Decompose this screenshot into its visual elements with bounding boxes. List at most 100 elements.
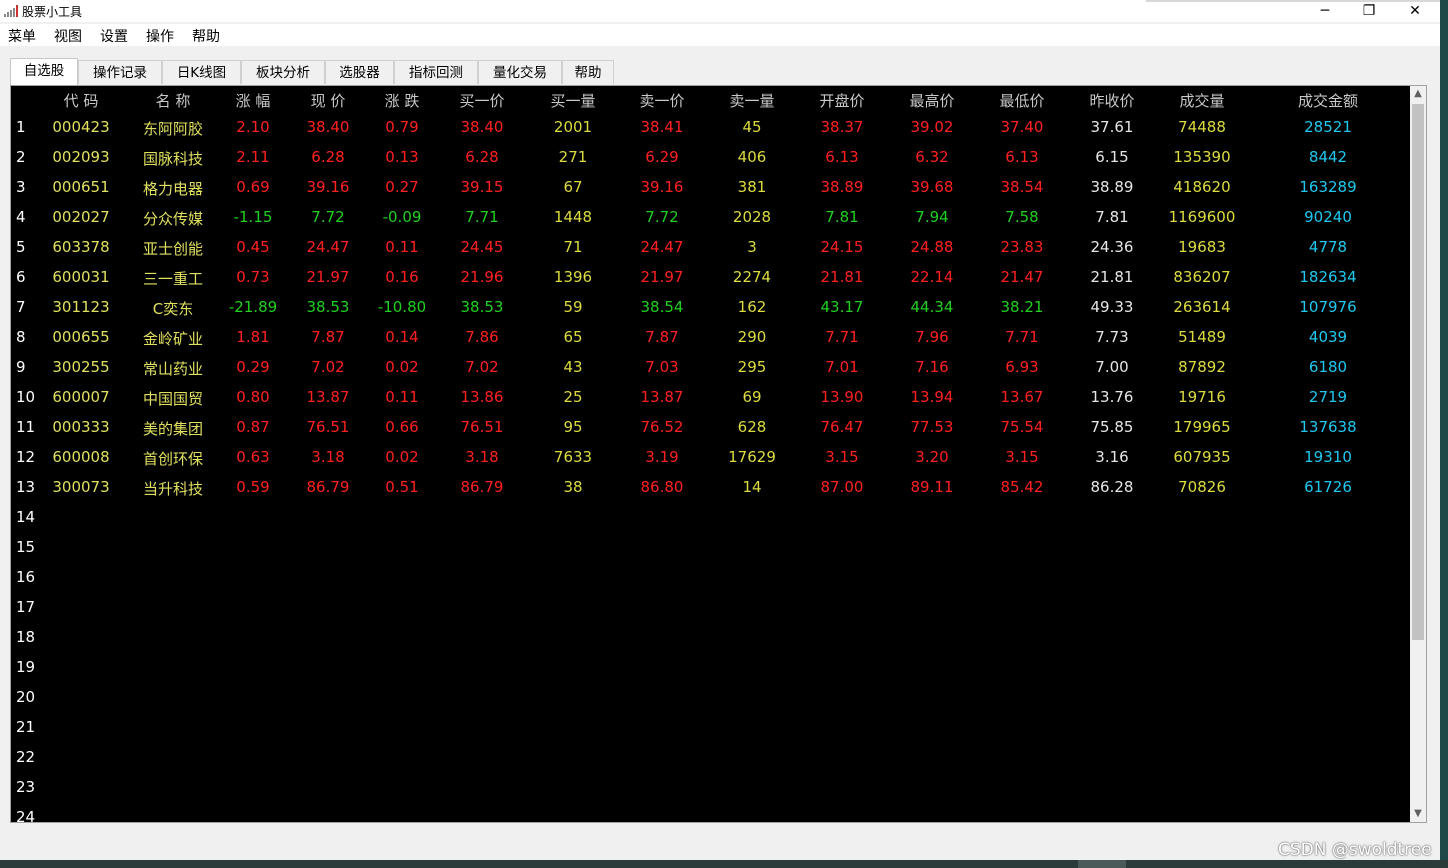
cell-name: 国脉科技 [142,150,203,168]
cell-name: 亚士创能 [142,240,203,258]
cell-low: 6.93 [1005,358,1039,376]
cell-amount: 19310 [1304,448,1352,466]
cell-high: 6.32 [915,148,949,166]
column-header-amount[interactable]: 成交金额 [1268,90,1388,112]
cell-bid-volume: 1396 [553,268,593,286]
column-header-open[interactable]: 开盘价 [802,90,882,112]
column-header-prev-close[interactable]: 昨收价 [1072,90,1152,112]
tab-quant-trading[interactable]: 量化交易 [478,60,562,84]
scroll-up-button[interactable]: ▲ [1410,86,1426,102]
cell-volume: 179965 [1173,418,1231,436]
cell-bid-volume: 38 [563,478,583,496]
tab-stock-screener[interactable]: 选股器 [325,60,394,84]
cell-change-pct: 0.29 [236,358,270,376]
cell-volume: 87892 [1178,358,1226,376]
tab-daily-kline[interactable]: 日K线图 [162,60,241,84]
scroll-thumb[interactable] [1412,104,1424,640]
column-header-code[interactable]: 代 码 [36,90,126,112]
vertical-scrollbar[interactable]: ▲ ▼ [1410,86,1426,822]
menu-item-view[interactable]: 视图 [54,26,82,46]
column-header-high[interactable]: 最高价 [892,90,972,112]
column-header-ask-volume[interactable]: 卖一量 [712,90,792,112]
cell-volume: 263614 [1173,298,1231,316]
cell-ask-price: 39.16 [640,178,684,196]
cell-volume: 70826 [1178,478,1226,496]
cell-bid-volume: 43 [563,358,583,376]
cell-prev-close: 7.81 [1095,208,1129,226]
cell-volume: 51489 [1178,328,1226,346]
cell-ask-price: 7.87 [645,328,679,346]
stock-table[interactable]: 代 码名 称涨 幅现 价涨 跌买一价 买一量 卖一价 卖一量 开盘价 最高价 最低价 昨收价成… [11,86,1410,822]
menu-item-operate[interactable]: 操作 [146,26,174,46]
window-title: 股票小工具 [22,5,83,19]
cell-bid-volume: 2001 [553,118,593,136]
cell-amount: 163289 [1299,178,1357,196]
cell-open: 76.47 [820,418,864,436]
cell-low: 23.83 [1000,238,1044,256]
cell-change-pct: 0.87 [236,418,270,436]
cell-change: -10.80 [377,298,427,316]
cell-bid-price: 76.51 [460,418,504,436]
column-header-change-pct[interactable]: 涨 幅 [218,90,288,112]
cell-high: 77.53 [910,418,954,436]
column-header-bid-price[interactable]: 买一价 [442,90,522,112]
cell-amount: 107976 [1299,298,1357,316]
cell-code: 000423 [52,118,110,136]
menu-item-settings[interactable]: 设置 [100,26,128,46]
taskbar-edge [0,860,1448,868]
cell-volume: 1169600 [1168,208,1236,226]
cell-name: 金岭矿业 [142,330,203,348]
column-header-change[interactable]: 涨 跌 [367,90,437,112]
minimize-button[interactable]: ─ [1302,0,1348,22]
cell-bid-volume: 59 [563,298,583,316]
cell-high: 89.11 [910,478,954,496]
cell-code: 002093 [52,148,110,166]
cell-name: 分众传媒 [142,210,203,228]
cell-volume: 607935 [1173,448,1231,466]
tab-help[interactable]: 帮助 [562,60,614,84]
cell-low: 3.15 [1005,448,1039,466]
cell-high: 44.34 [910,298,954,316]
cell-low: 75.54 [1000,418,1044,436]
cell-price: 7.02 [311,358,345,376]
cell-amount: 28521 [1304,118,1352,136]
tab-operation-log[interactable]: 操作记录 [78,60,162,84]
cell-price: 13.87 [306,388,350,406]
tab-sector-analysis[interactable]: 板块分析 [241,60,325,84]
cell-volume: 19683 [1178,238,1226,256]
cell-change: 0.13 [385,148,419,166]
cell-open: 6.13 [825,148,859,166]
cell-open: 13.90 [820,388,864,406]
column-header-volume[interactable]: 成交量 [1152,90,1252,112]
cell-amount: 4778 [1308,238,1348,256]
column-header-bid-volume[interactable]: 买一量 [533,90,613,112]
column-header-name[interactable]: 名 称 [128,90,218,112]
scroll-down-button[interactable]: ▼ [1410,806,1426,822]
close-button[interactable]: ✕ [1392,0,1438,22]
tab-watchlist[interactable]: 自选股 [10,58,78,86]
column-header-price[interactable]: 现 价 [293,90,363,112]
tab-indicator-backtest[interactable]: 指标回测 [394,60,478,84]
column-header-ask-price[interactable]: 卖一价 [622,90,702,112]
cell-change: 0.11 [385,238,419,256]
cell-code: 301123 [52,298,110,316]
cell-high: 22.14 [910,268,954,286]
cell-high: 3.20 [915,448,949,466]
cell-ask-volume: 3 [747,238,757,256]
cell-bid-price: 13.86 [460,388,504,406]
cell-ask-volume: 2274 [732,268,772,286]
cell-ask-volume: 295 [737,358,767,376]
cell-ask-price: 6.29 [645,148,679,166]
menu-item-help[interactable]: 帮助 [192,26,220,46]
column-header-low[interactable]: 最低价 [982,90,1062,112]
cell-change: 0.66 [385,418,419,436]
window-shadow [1146,0,1440,2]
cell-prev-close: 75.85 [1090,418,1134,436]
cell-low: 13.67 [1000,388,1044,406]
restore-button[interactable]: ❐ [1346,0,1392,22]
menu-item-menu[interactable]: 菜单 [8,26,36,46]
cell-ask-price: 38.54 [640,298,684,316]
cell-price: 38.53 [306,298,350,316]
cell-price: 86.79 [306,478,350,496]
cell-volume: 19716 [1178,388,1226,406]
